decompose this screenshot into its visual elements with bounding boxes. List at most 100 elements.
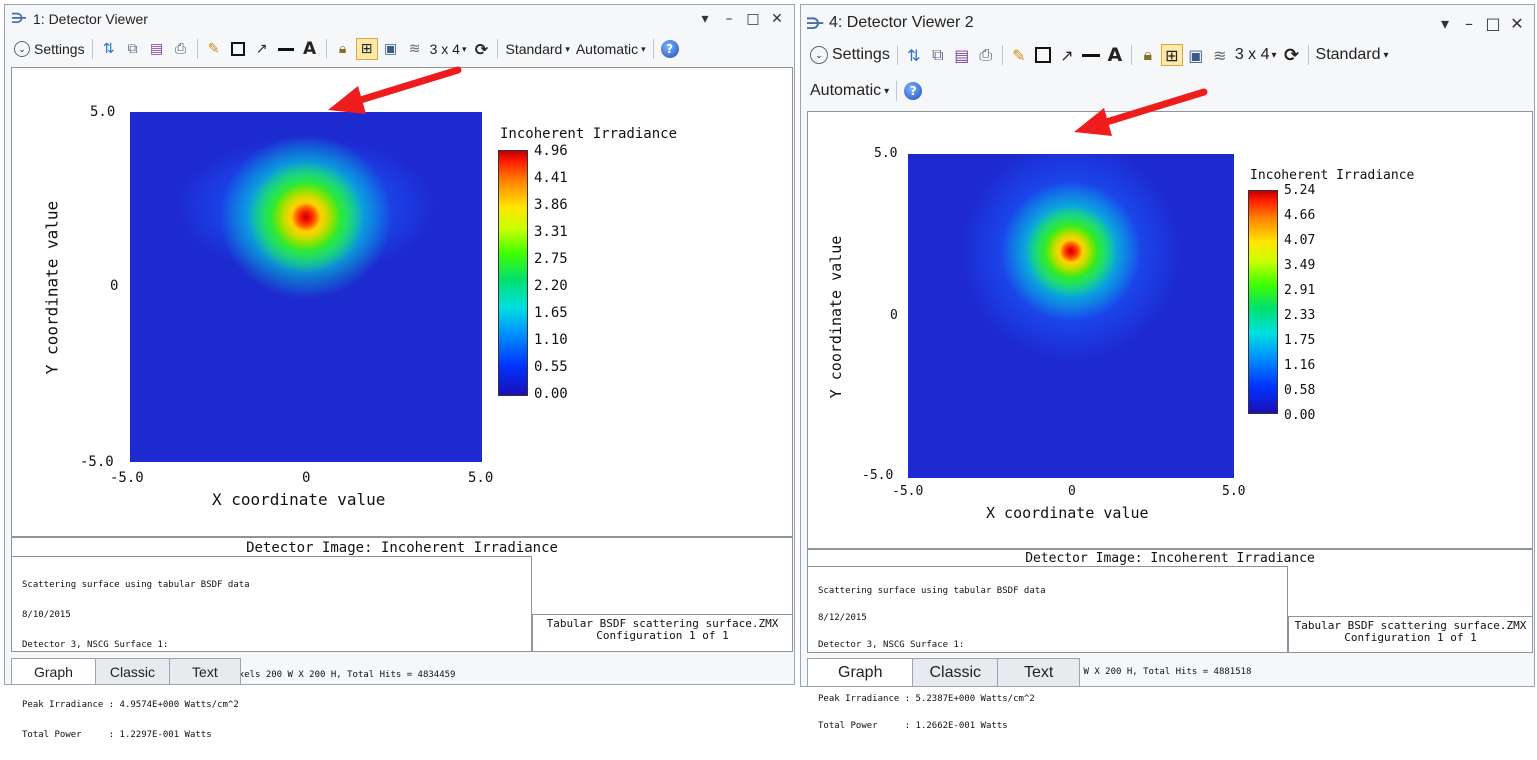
- lock-icon[interactable]: 🔒︎: [332, 38, 354, 60]
- layers-icon[interactable]: ≋: [404, 38, 426, 60]
- tab-text[interactable]: Text: [997, 658, 1081, 686]
- fit-icon[interactable]: ⊞: [355, 38, 378, 60]
- y-tick: -5.0: [80, 454, 114, 470]
- line-arrow-icon[interactable]: ↗: [1056, 44, 1078, 66]
- save-icon[interactable]: ▤: [951, 44, 973, 66]
- line-icon[interactable]: [275, 38, 297, 60]
- chevron-down-icon: ▾: [641, 43, 646, 54]
- layout-dropdown[interactable]: 3 x 4 ▾: [1232, 43, 1280, 67]
- layout-dropdown[interactable]: 3 x 4 ▾: [427, 37, 470, 61]
- colorbar-tick: 2.33: [1284, 308, 1316, 323]
- print-icon[interactable]: ⎙: [170, 38, 192, 60]
- tab-classic[interactable]: Classic: [912, 658, 999, 686]
- maximize-icon[interactable]: □: [744, 11, 762, 27]
- settings-button[interactable]: ⌄ Settings: [807, 43, 893, 67]
- footer-line: 8/12/2015: [818, 613, 867, 623]
- minimize-icon[interactable]: –: [1460, 14, 1478, 33]
- toolbar-divider: [325, 39, 327, 59]
- standard-label: Standard: [1315, 46, 1381, 63]
- colorbar-tick: 0.55: [534, 359, 568, 375]
- footer-title: Detector Image: Incoherent Irradiance: [1025, 551, 1315, 566]
- help-icon[interactable]: ?: [902, 80, 924, 102]
- chevron-down-icon: ▾: [1383, 49, 1389, 61]
- lock-icon[interactable]: 🔒︎: [1137, 44, 1159, 66]
- text-icon[interactable]: A: [1104, 44, 1126, 66]
- x-tick: 5.0: [468, 470, 494, 486]
- toolbar-divider: [196, 39, 198, 59]
- footer-line: Total Power : 1.2662E-001 Watts: [818, 721, 1008, 731]
- toolbar-divider: [896, 45, 898, 65]
- automatic-dropdown[interactable]: Automatic ▾: [807, 79, 892, 103]
- tab-graph[interactable]: Graph: [11, 658, 96, 684]
- y-axis-label: Y coordinate value: [42, 200, 62, 375]
- window-title: 4: Detector Viewer 2: [829, 14, 974, 31]
- pencil-icon[interactable]: ✎: [1008, 44, 1030, 66]
- dropdown-icon[interactable]: ▾: [1436, 14, 1454, 33]
- colorbar-tick: 2.91: [1284, 283, 1316, 298]
- print-icon[interactable]: ⎙: [975, 44, 997, 66]
- colorbar-tick: 2.20: [534, 278, 568, 294]
- colorbar-tick: 4.41: [534, 170, 568, 186]
- tab-graph[interactable]: Graph: [807, 658, 914, 686]
- title-bar: ⋺ 1: Detector Viewer ▾ – □ ✕: [5, 5, 794, 33]
- save-icon[interactable]: ▤: [146, 38, 168, 60]
- text-icon[interactable]: A: [299, 38, 321, 60]
- colorbar-tick: 5.24: [1284, 183, 1316, 198]
- rotate-icon[interactable]: ⟳: [470, 38, 492, 60]
- colorbar: [498, 150, 528, 396]
- layout-label: 3 x 4: [429, 41, 460, 57]
- layers-icon[interactable]: ≋: [1209, 44, 1231, 66]
- minimize-icon[interactable]: –: [720, 11, 738, 27]
- tab-classic[interactable]: Classic: [94, 658, 171, 684]
- colorbar-tick: 3.86: [534, 197, 568, 213]
- footer-line: Peak Irradiance : 5.2387E+000 Watts/cm^2: [818, 694, 1035, 704]
- tab-bar: Graph Classic Text: [801, 658, 1534, 686]
- toolbar-divider: [1130, 45, 1132, 65]
- standard-dropdown[interactable]: Standard ▾: [1313, 43, 1392, 67]
- settings-label: Settings: [34, 41, 85, 57]
- line-arrow-icon[interactable]: ↗: [251, 38, 273, 60]
- colorbar-tick: 1.65: [534, 305, 568, 321]
- close-icon[interactable]: ✕: [768, 11, 786, 27]
- fit-icon[interactable]: ⊞: [1160, 44, 1183, 66]
- copy-icon[interactable]: ⧉: [927, 44, 949, 66]
- footer-config: Configuration 1 of 1: [596, 629, 729, 642]
- window-icon[interactable]: ▣: [1185, 44, 1207, 66]
- toolbar-divider: [1001, 45, 1003, 65]
- colorbar-tick: 3.49: [1284, 258, 1316, 273]
- rotate-icon[interactable]: ⟳: [1281, 44, 1303, 66]
- x-tick: 0: [1068, 484, 1076, 499]
- copy-icon[interactable]: ⧉: [122, 38, 144, 60]
- colorbar-tick: 1.75: [1284, 333, 1316, 348]
- footer-file-info: Tabular BSDF scattering surface.ZMX Conf…: [532, 618, 793, 642]
- dropdown-icon[interactable]: ▾: [696, 11, 714, 27]
- help-icon[interactable]: ?: [659, 38, 681, 60]
- chevron-down-icon: ▾: [1271, 49, 1277, 61]
- chevron-down-icon: ▾: [565, 43, 570, 54]
- refresh-icon[interactable]: ⇅: [98, 38, 120, 60]
- standard-dropdown[interactable]: Standard ▾: [502, 37, 572, 61]
- line-icon[interactable]: [1080, 44, 1102, 66]
- standard-label: Standard: [505, 41, 563, 57]
- toolbar-divider: [1307, 45, 1309, 65]
- colorbar-tick: 1.16: [1284, 358, 1316, 373]
- dock-icon[interactable]: ⋺: [805, 14, 825, 33]
- title-bar: ⋺ 4: Detector Viewer 2 ▾ – □ ✕: [801, 5, 1534, 41]
- y-tick: -5.0: [862, 468, 894, 483]
- x-axis-label: X coordinate value: [212, 490, 386, 509]
- colorbar-tick: 0.00: [1284, 408, 1316, 423]
- refresh-icon[interactable]: ⇅: [903, 44, 925, 66]
- toolbar-divider: [497, 39, 499, 59]
- close-icon[interactable]: ✕: [1508, 14, 1526, 33]
- dock-icon[interactable]: ⋺: [9, 11, 29, 27]
- maximize-icon[interactable]: □: [1484, 14, 1502, 33]
- automatic-dropdown[interactable]: Automatic ▾: [573, 37, 649, 61]
- rectangle-icon[interactable]: [1032, 44, 1054, 66]
- layout-label: 3 x 4: [1234, 46, 1270, 63]
- tab-text[interactable]: Text: [169, 658, 241, 684]
- rectangle-icon[interactable]: [227, 38, 249, 60]
- settings-button[interactable]: ⌄ Settings: [11, 37, 88, 61]
- pencil-icon[interactable]: ✎: [203, 38, 225, 60]
- y-tick: 0: [890, 308, 898, 323]
- window-icon[interactable]: ▣: [380, 38, 402, 60]
